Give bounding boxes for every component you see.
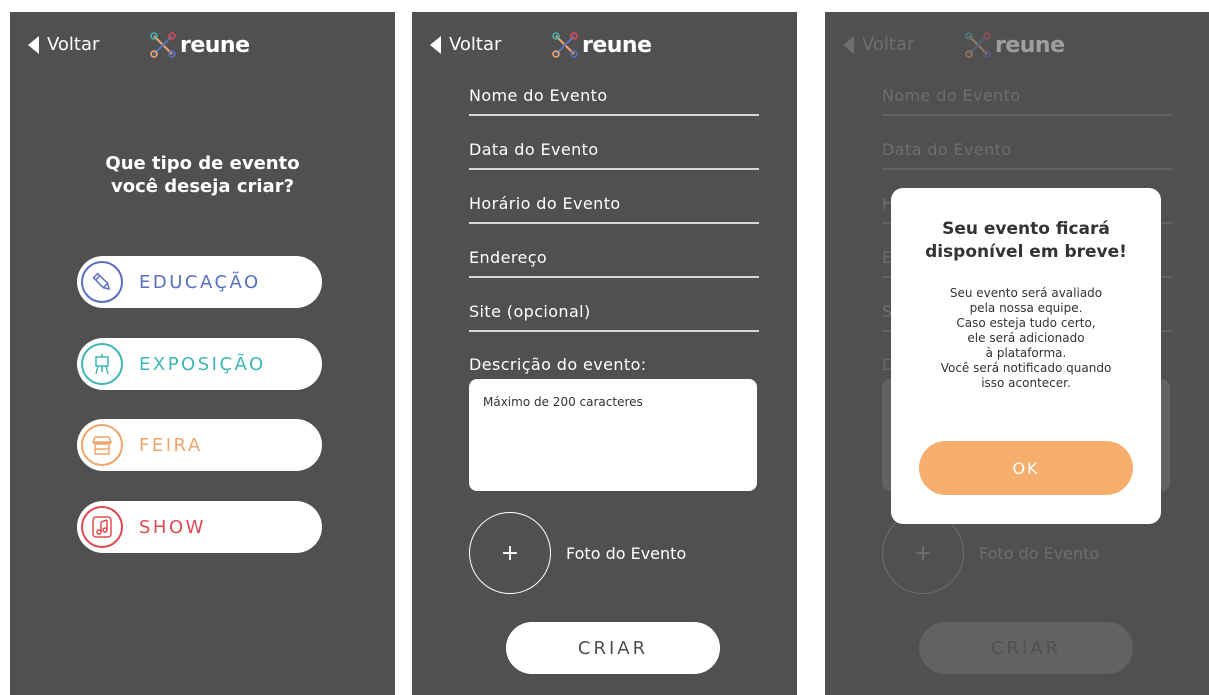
- logo-text: reune: [582, 32, 652, 58]
- modal-body-line: pela nossa equipe.: [969, 301, 1083, 315]
- event-date-field: Data do Evento: [882, 140, 1172, 170]
- header: Voltar reune: [10, 32, 395, 62]
- back-label: Voltar: [862, 34, 915, 55]
- ok-button[interactable]: OK: [919, 441, 1133, 495]
- back-arrow-icon: [843, 35, 854, 54]
- question-line: Que tipo de evento: [105, 153, 300, 174]
- category-exposicao-button[interactable]: EXPOSIÇÃO: [77, 338, 322, 390]
- market-stall-icon: [81, 424, 123, 466]
- reune-logo-icon: [965, 32, 991, 58]
- modal-title: Seu evento ficará disponível em breve!: [925, 219, 1127, 262]
- photo-label: Foto do Evento: [979, 544, 1100, 563]
- question-title: Que tipo de evento você deseja criar?: [10, 152, 395, 198]
- back-arrow-icon: [28, 35, 39, 54]
- back-button[interactable]: Voltar: [430, 34, 501, 55]
- event-address-field[interactable]: Endereço: [469, 248, 759, 278]
- add-photo-button[interactable]: +: [469, 512, 551, 594]
- plus-icon: +: [913, 540, 933, 566]
- pencil-icon: [81, 261, 123, 303]
- reune-logo: reune: [965, 32, 1065, 58]
- category-label: EXPOSIÇÃO: [139, 353, 266, 375]
- photo-label: Foto do Evento: [566, 544, 687, 563]
- reune-logo-icon: [150, 32, 176, 58]
- category-label: SHOW: [139, 516, 206, 538]
- modal-body: Seu evento será avaliado pela nossa equi…: [891, 286, 1161, 391]
- confirmation-modal: Seu evento ficará disponível em breve! S…: [891, 188, 1161, 524]
- category-educacao-button[interactable]: EDUCAÇÃO: [77, 256, 322, 308]
- modal-body-line: Seu evento será avaliado: [949, 286, 1103, 300]
- event-name-field[interactable]: Nome do Evento: [469, 86, 759, 116]
- modal-body-line: à plataforma.: [985, 346, 1067, 360]
- back-button[interactable]: Voltar: [28, 34, 99, 55]
- screen-event-type: Voltar reune Que tipo de evento você des…: [10, 12, 395, 695]
- back-arrow-icon: [430, 35, 441, 54]
- event-name-field: Nome do Evento: [882, 86, 1172, 116]
- description-textarea[interactable]: Máximo de 200 caracteres: [469, 379, 757, 491]
- back-label: Voltar: [449, 34, 502, 55]
- event-time-field[interactable]: Horário do Evento: [469, 194, 759, 224]
- question-line: você deseja criar?: [110, 176, 295, 197]
- category-label: FEIRA: [139, 434, 203, 456]
- create-button: CRIAR: [919, 622, 1133, 674]
- screen-confirmation: Voltar reune Nome do Evento Data do Even…: [825, 12, 1209, 695]
- back-button: Voltar: [843, 34, 914, 55]
- plus-icon: +: [500, 540, 520, 566]
- reune-logo: reune: [150, 32, 250, 58]
- reune-logo: reune: [552, 32, 652, 58]
- screen-event-form: Voltar reune Nome do Evento Data do Even…: [412, 12, 797, 695]
- modal-body-line: Caso esteja tudo certo,: [956, 316, 1096, 330]
- description-label: Descrição do evento:: [469, 355, 647, 374]
- category-show-button[interactable]: SHOW: [77, 501, 322, 553]
- back-label: Voltar: [47, 34, 100, 55]
- event-date-field[interactable]: Data do Evento: [469, 140, 759, 170]
- logo-text: reune: [180, 32, 250, 58]
- category-feira-button[interactable]: FEIRA: [77, 419, 322, 471]
- reune-logo-icon: [552, 32, 578, 58]
- logo-text: reune: [995, 32, 1065, 58]
- header: Voltar reune: [412, 32, 797, 62]
- music-note-icon: [81, 506, 123, 548]
- header: Voltar reune: [825, 32, 1209, 62]
- easel-icon: [81, 343, 123, 385]
- modal-body-line: Você será notificado quando: [940, 361, 1112, 375]
- add-photo-button: +: [882, 512, 964, 594]
- create-button[interactable]: CRIAR: [506, 622, 720, 674]
- modal-body-line: ele será adicionado: [967, 331, 1085, 345]
- category-label: EDUCAÇÃO: [139, 271, 261, 293]
- event-site-field[interactable]: Site (opcional): [469, 302, 759, 332]
- modal-body-line: isso acontecer.: [981, 376, 1071, 390]
